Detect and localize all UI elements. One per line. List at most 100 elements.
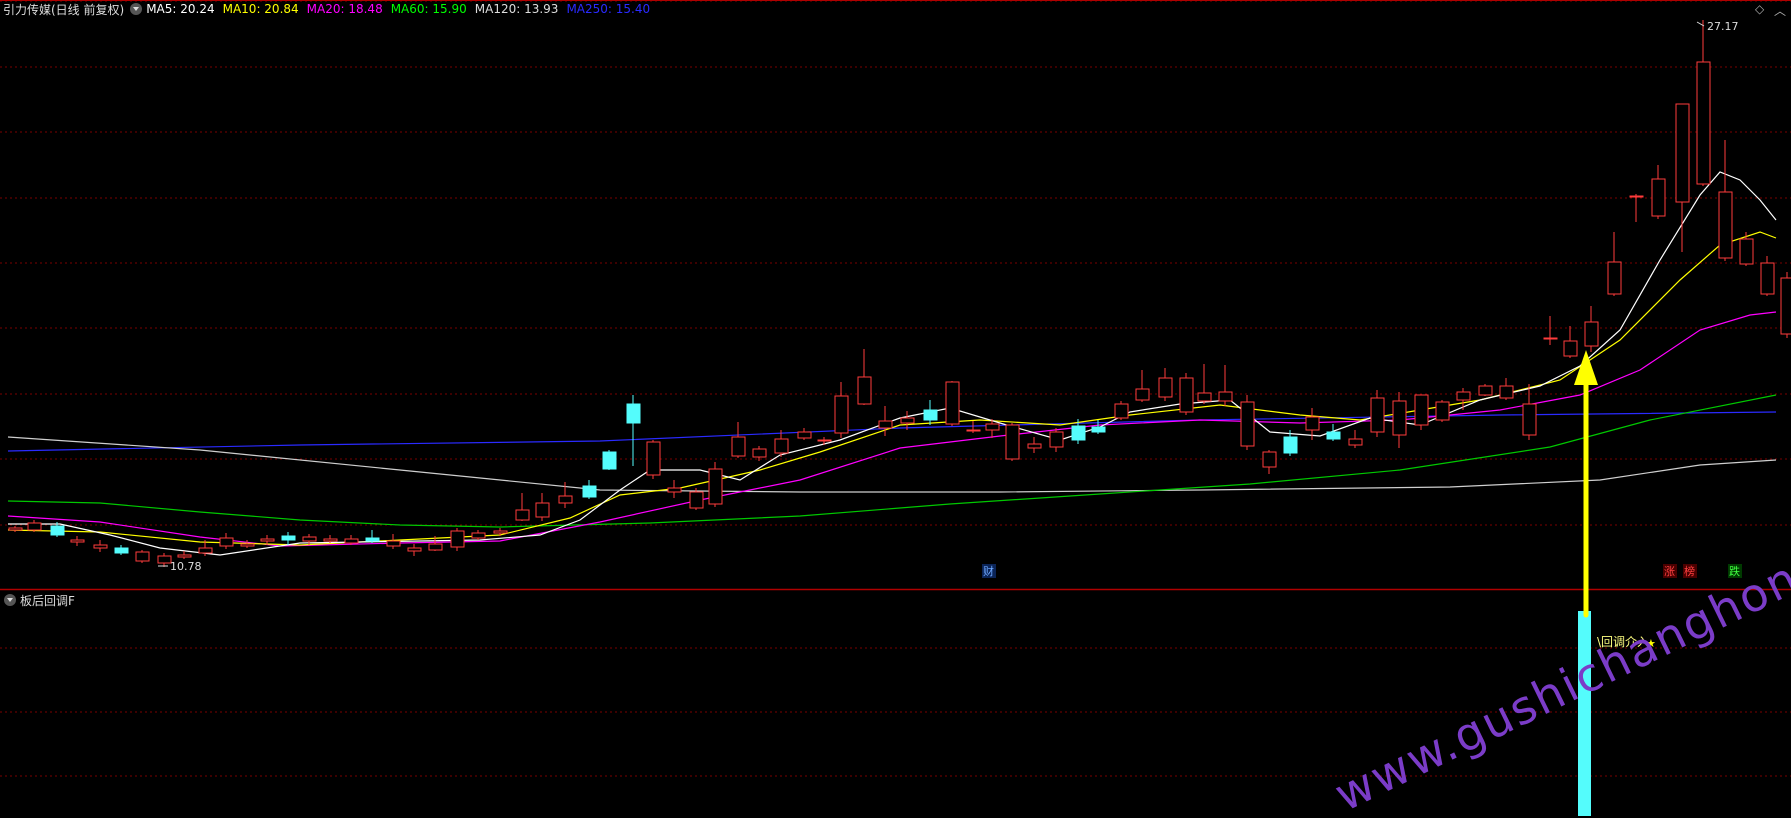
candle-up [1114, 403, 1129, 419]
event-marker-1: 涨 [1664, 565, 1675, 578]
candle-up [219, 537, 234, 547]
candle-down [1071, 425, 1086, 441]
candle-up [985, 423, 1000, 431]
candle-up [1760, 262, 1775, 295]
candle-up [774, 438, 789, 454]
chevron-up-icon[interactable]: ︿ [1774, 2, 1786, 19]
candle-down [50, 525, 65, 536]
low-price-label: 10.78 [170, 560, 202, 573]
candle-up [1780, 277, 1791, 335]
candle-up [667, 487, 682, 493]
candle-up [1049, 431, 1064, 448]
candle-down [582, 485, 597, 498]
candle-up [93, 544, 108, 549]
candle-up [240, 543, 255, 547]
candle-up [1696, 61, 1711, 185]
diamond-icon[interactable]: ◇ [1755, 2, 1764, 16]
candle-up [1158, 377, 1173, 398]
candle-up [1392, 400, 1407, 436]
candle-up [471, 532, 486, 539]
stock-chart-window: 27.17 10.78 财涨榜跌 \回调介入 ★ www.gushichanghong.c… [0, 0, 1791, 818]
event-marker-2: 榜 [1684, 564, 1695, 578]
indicator-header: 板后回调F [0, 591, 75, 609]
candle-up [302, 536, 317, 542]
candle-up [1435, 401, 1450, 421]
candle-up [1499, 385, 1514, 399]
candle-up [752, 448, 767, 458]
ma5-line [8, 171, 1777, 556]
candle-up [1135, 388, 1150, 401]
candle-up [878, 420, 893, 429]
candle-up [344, 538, 359, 544]
candle-up [646, 441, 661, 476]
stock-title: 引力传媒(日线 前复权) [3, 2, 125, 17]
candle-up [1739, 238, 1754, 265]
candle-down [626, 403, 641, 424]
ma10-label: MA10: 20.84 [222, 2, 299, 16]
candle-up [535, 502, 550, 518]
candle-down [365, 537, 380, 542]
candle-down [602, 451, 617, 470]
candle-up [1543, 337, 1558, 340]
candle-up [1584, 321, 1599, 347]
watermark: www.gushichanghong.com [1326, 484, 1791, 818]
candle-up [135, 551, 150, 562]
candle-up [797, 431, 812, 439]
candle-up [1240, 401, 1255, 447]
candle-up [817, 439, 832, 442]
candle-up [1005, 424, 1020, 460]
candle-up [1218, 391, 1233, 402]
candle-up [515, 509, 530, 521]
candle-up [900, 417, 915, 424]
candle-up [8, 527, 23, 531]
candle-down [1091, 426, 1106, 433]
candle-down [281, 535, 296, 541]
candle-up [1718, 191, 1733, 259]
ma250-label: MA250: 15.40 [566, 2, 651, 16]
candle-down [923, 409, 938, 421]
candle-up [1348, 438, 1363, 446]
candle-up [1478, 385, 1493, 396]
candle-up [1305, 416, 1320, 431]
candle-up [198, 547, 213, 554]
ma20-line [7, 311, 1777, 547]
signal-bar [1578, 611, 1591, 816]
ma60-label: MA60: 15.90 [390, 2, 467, 16]
candle-up [1607, 261, 1622, 295]
candle-up [708, 468, 723, 505]
candle-down [1326, 431, 1341, 440]
ma120-label: MA120: 13.93 [474, 2, 559, 16]
candle-up [386, 540, 401, 547]
high-price-label: 27.17 [1707, 20, 1739, 33]
candle-up [27, 522, 42, 531]
event-marker-0: 财 [983, 564, 994, 578]
candle-down [1283, 436, 1298, 454]
candle-up [177, 554, 192, 558]
candle-up [731, 436, 746, 457]
ma250-line [7, 411, 1777, 452]
indicator-dropdown-icon[interactable] [4, 594, 16, 606]
candle-down [114, 547, 129, 554]
candle-up [1629, 195, 1644, 198]
candle-up [1414, 394, 1429, 426]
candle-up [1456, 391, 1471, 401]
candle-up [558, 495, 573, 504]
chart-header: 引力传媒(日线 前复权) MA5: 20.24 MA10: 20.84 MA20… [0, 0, 658, 18]
candle-up [1522, 403, 1537, 436]
candle-up [1563, 340, 1578, 357]
dropdown-toggle-icon[interactable] [130, 3, 143, 15]
candle-up [407, 547, 422, 552]
candle-up [1027, 443, 1042, 449]
kline-chart-svg[interactable]: 27.1710.78 财涨榜跌\回调介入★www.gushichanghong.c… [0, 0, 1791, 818]
candle-up [450, 530, 465, 548]
candle-up [857, 376, 872, 405]
candle-up [1651, 178, 1666, 217]
ma20-label: MA20: 18.48 [306, 2, 383, 16]
indicator-name: 板后回调F [20, 593, 75, 608]
candle-up [689, 491, 704, 509]
candle-up [428, 543, 443, 551]
candle-up [1197, 392, 1212, 402]
candle-up [966, 429, 981, 432]
candle-up [1370, 397, 1385, 433]
candle-up [1179, 377, 1194, 413]
